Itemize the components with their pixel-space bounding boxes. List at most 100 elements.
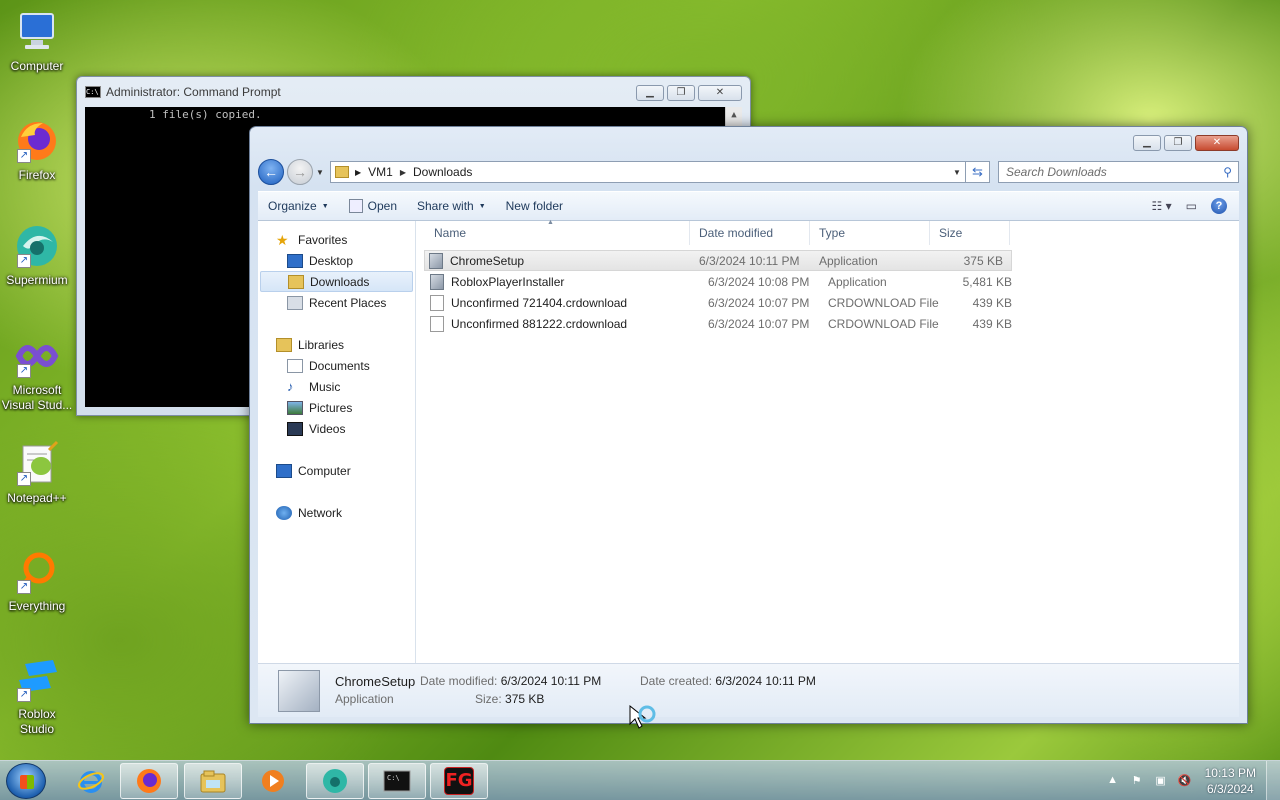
recent-places-icon <box>287 295 303 310</box>
computer-icon <box>276 463 292 478</box>
table-row[interactable]: Unconfirmed 881222.crdownload 6/3/2024 1… <box>425 313 1239 334</box>
busy-cursor-icon <box>628 704 658 734</box>
supermium-icon <box>323 769 347 793</box>
close-button[interactable]: ✕ <box>1195 135 1239 151</box>
nav-music[interactable]: ♪ Music <box>258 376 415 397</box>
minimize-button[interactable]: ▁ <box>636 85 664 101</box>
desktop-icon-label: Everything <box>8 599 66 613</box>
taskbar-fg[interactable]: FG <box>430 763 488 799</box>
desktop-icon-roblox-studio[interactable]: ↗ Roblox Studio <box>0 656 74 737</box>
help-icon[interactable]: ? <box>1211 198 1227 214</box>
preview-pane-icon[interactable]: ▭ <box>1186 199 1197 213</box>
nav-desktop[interactable]: Desktop <box>258 250 415 271</box>
desktop-icon-label: Supermium <box>6 273 68 287</box>
desktop-icon-label: Firefox <box>18 168 56 182</box>
everything-icon: ↗ <box>13 548 61 596</box>
file-name: Unconfirmed 881222.crdownload <box>451 316 628 331</box>
taskbar-internet-explorer[interactable] <box>62 763 120 799</box>
view-options-icon[interactable]: ☷ ▾ <box>1152 199 1172 213</box>
close-button[interactable]: ✕ <box>698 85 742 101</box>
desktop-icon-firefox[interactable]: ↗ Firefox <box>0 117 74 183</box>
internet-explorer-icon <box>77 771 105 793</box>
file-icon <box>430 315 444 332</box>
shortcut-arrow-icon: ↗ <box>17 580 31 594</box>
organize-button[interactable]: Organize ▼ <box>258 192 339 220</box>
shortcut-arrow-icon: ↗ <box>17 688 31 702</box>
nav-libraries[interactable]: Libraries <box>258 334 415 355</box>
desktop-icon-supermium[interactable]: ↗ Supermium <box>0 222 74 288</box>
maximize-button[interactable]: ❐ <box>667 85 695 101</box>
desktop-icon-label: Computer <box>10 59 64 73</box>
taskbar: C:\ FG ▲ ⚑ ▣ 🔇 10:13 PM 6/3/2024 <box>0 760 1280 800</box>
nav-documents[interactable]: Documents <box>258 355 415 376</box>
visual-studio-icon: ↗ <box>13 332 61 380</box>
share-with-label: Share with <box>417 199 474 213</box>
table-row[interactable]: ChromeSetup 6/3/2024 10:11 PM Applicatio… <box>424 250 1012 271</box>
show-desktop-button[interactable] <box>1266 761 1280 800</box>
column-header-size[interactable]: Size <box>930 221 1010 245</box>
desktop-icon-visual-studio[interactable]: ↗ Microsoft Visual Stud... <box>0 332 74 413</box>
nav-network[interactable]: Network <box>258 502 415 523</box>
breadcrumb-vm1[interactable]: VM1 <box>368 165 393 179</box>
history-dropdown-icon[interactable]: ▼ <box>316 168 326 177</box>
network-icon <box>276 505 292 520</box>
taskbar-firefox[interactable] <box>120 763 178 799</box>
nav-pictures[interactable]: Pictures <box>258 397 415 418</box>
nav-favorites[interactable]: ★ Favorites <box>258 229 415 250</box>
action-center-flag-icon[interactable]: ⚑ <box>1129 774 1145 788</box>
new-folder-button[interactable]: New folder <box>496 192 573 220</box>
file-date: 6/3/2024 10:11 PM <box>699 253 800 268</box>
explorer-window[interactable]: ▁ ❐ ✕ ← → ▼ ▶ VM1 ▶ Downloads ▼ ⇆ Search… <box>249 126 1248 724</box>
file-date: 6/3/2024 10:08 PM <box>708 274 810 289</box>
desktop-icon-everything[interactable]: ↗ Everything <box>0 548 74 614</box>
search-icon[interactable]: ⚲ <box>1223 165 1232 179</box>
minimize-button[interactable]: ▁ <box>1133 135 1161 151</box>
explorer-icon <box>200 770 226 793</box>
column-header-type[interactable]: Type <box>810 221 930 245</box>
breadcrumb-arrow-icon[interactable]: ▶ <box>355 168 361 177</box>
show-hidden-icons[interactable]: ▲ <box>1105 774 1121 788</box>
forward-button[interactable]: → <box>287 159 313 185</box>
refresh-button[interactable]: ⇆ <box>966 161 990 183</box>
desktop-icon-computer[interactable]: Computer <box>0 8 74 74</box>
column-header-name[interactable]: Name ▲ <box>425 219 690 245</box>
taskbar-supermium[interactable] <box>306 763 364 799</box>
column-header-date[interactable]: Date modified <box>690 221 810 245</box>
star-icon: ★ <box>276 231 289 248</box>
breadcrumb-downloads[interactable]: Downloads <box>413 165 472 179</box>
nav-downloads[interactable]: Downloads <box>260 271 413 292</box>
taskbar-media-player[interactable] <box>244 763 302 799</box>
desktop-icon-notepadpp[interactable]: ↗ Notepad++ <box>0 440 74 506</box>
maximize-button[interactable]: ❐ <box>1164 135 1192 151</box>
nav-label: Desktop <box>309 253 354 268</box>
back-button[interactable]: ← <box>258 159 284 185</box>
shortcut-arrow-icon: ↗ <box>17 254 31 268</box>
details-size: Size: 375 KB <box>475 692 544 706</box>
nav-computer[interactable]: Computer <box>258 460 415 481</box>
network-status-icon[interactable]: ▣ <box>1153 774 1169 788</box>
volume-muted-icon[interactable]: 🔇 <box>1177 774 1193 788</box>
address-bar[interactable]: ▶ VM1 ▶ Downloads ▼ <box>330 161 966 183</box>
nav-label: Videos <box>309 421 346 436</box>
taskbar-cmd[interactable]: C:\ <box>368 763 426 799</box>
scroll-up-icon[interactable]: ▲ <box>726 107 742 124</box>
table-row[interactable]: RobloxPlayerInstaller 6/3/2024 10:08 PM … <box>425 271 1239 292</box>
details-date-modified: Date modified: 6/3/2024 10:11 PM <box>420 674 601 688</box>
open-button[interactable]: Open <box>339 192 407 220</box>
address-dropdown-icon[interactable]: ▼ <box>949 168 965 177</box>
breadcrumb-arrow-icon[interactable]: ▶ <box>400 168 406 177</box>
navigation-pane[interactable]: ★ Favorites Desktop Downloads Recent Pla… <box>258 221 416 663</box>
file-list[interactable]: Name ▲ Date modified Type Size ChromeSet… <box>416 219 1239 663</box>
taskbar-explorer[interactable] <box>184 763 242 799</box>
details-pane: ChromeSetup Application Date modified: 6… <box>258 664 1239 717</box>
share-with-button[interactable]: Share with ▼ <box>407 192 496 220</box>
nav-videos[interactable]: Videos <box>258 418 415 439</box>
nav-recent-places[interactable]: Recent Places <box>258 292 415 313</box>
search-input[interactable]: Search Downloads ⚲ <box>998 161 1239 183</box>
music-icon: ♪ <box>287 378 294 394</box>
table-row[interactable]: Unconfirmed 721404.crdownload 6/3/2024 1… <box>425 292 1239 313</box>
documents-icon <box>287 358 303 373</box>
start-button[interactable] <box>6 763 46 799</box>
chevron-down-icon: ▼ <box>478 202 486 210</box>
clock[interactable]: 10:13 PM 6/3/2024 <box>1205 765 1256 797</box>
